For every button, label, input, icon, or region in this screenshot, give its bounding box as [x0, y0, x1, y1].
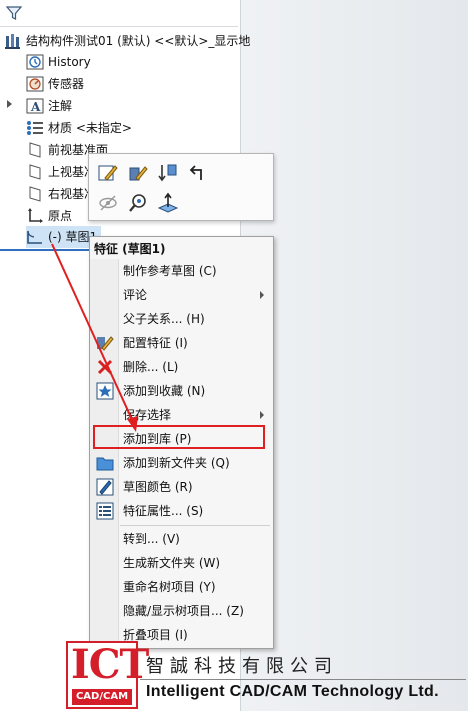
menu-item-comment[interactable]: 评论 — [91, 283, 272, 307]
menu-item-label: 保存选择 — [123, 408, 172, 422]
menu-item-add-to-new-folder[interactable]: 添加到新文件夹 (Q) — [91, 451, 272, 475]
normal-to-icon — [157, 192, 179, 213]
menu-title: 特征 (草图1) — [94, 242, 166, 256]
tree-item-sensors[interactable]: 传感器 — [26, 73, 84, 95]
folder-icon — [96, 457, 114, 471]
filter-icon[interactable] — [6, 5, 22, 21]
menu-item-parent-child[interactable]: 父子关系... (H) — [91, 307, 272, 331]
menu-item-feature-properties[interactable]: 特征属性... (S) — [91, 499, 272, 523]
tree-item-label: 材质 <未指定> — [48, 121, 132, 135]
tree-item-label: 注解 — [48, 99, 73, 113]
context-toolbar — [88, 153, 274, 221]
parent-child-button[interactable] — [187, 162, 209, 184]
menu-item-delete[interactable]: 删除... (L) — [91, 355, 272, 379]
rollback-icon — [158, 164, 177, 182]
menu-item-make-reference-sketch[interactable]: 制作参考草图 (C) — [91, 259, 272, 283]
delete-x-icon — [97, 359, 113, 375]
plane-icon — [26, 141, 44, 159]
expand-arrow-icon[interactable] — [7, 100, 12, 108]
hide-button[interactable] — [97, 192, 119, 214]
menu-item-add-to-favorites[interactable]: 添加到收藏 (N) — [91, 379, 272, 403]
menu-item-label: 父子关系... (H) — [123, 312, 205, 326]
menu-item-label: 特征属性... (S) — [123, 504, 204, 518]
tree-root-label: 结构构件测试01 (默认) <<默认>_显示地 — [26, 34, 251, 48]
tree-root-part[interactable]: 结构构件测试01 (默认) <<默认>_显示地 — [4, 30, 250, 52]
menu-item-label: 配置特征 (I) — [123, 336, 188, 350]
tree-item-material[interactable]: 材质 <未指定> — [26, 117, 132, 139]
submenu-arrow-icon — [260, 411, 264, 419]
menu-item-label: 生成新文件夹 (W) — [123, 556, 221, 570]
menu-item-label: 转到... (V) — [123, 532, 180, 546]
tree-item-label: 传感器 — [48, 77, 85, 91]
sensor-icon — [26, 75, 44, 93]
annotation-icon: A — [26, 97, 44, 115]
logo-divider — [140, 679, 466, 680]
menu-item-label: 添加到新文件夹 (Q) — [123, 456, 230, 470]
menu-item-label: 隐藏/显示树项目... (Z) — [123, 604, 244, 618]
material-icon — [26, 119, 44, 137]
company-name-chinese: 智誠科技有限公司 — [146, 656, 338, 677]
properties-list-icon — [96, 502, 114, 520]
menu-item-sketch-color[interactable]: 草图颜色 (R) — [91, 475, 272, 499]
menu-item-label: 草图颜色 (R) — [123, 480, 193, 494]
return-arrow-icon — [189, 165, 202, 180]
filter-bar[interactable] — [0, 0, 238, 27]
plane-icon — [26, 163, 44, 181]
menu-item-label: 重命名树项目 (Y) — [123, 580, 216, 594]
menu-item-save-selection[interactable]: 保存选择 — [91, 403, 272, 427]
menu-item-configure-feature[interactable]: 配置特征 (I) — [91, 331, 272, 355]
menu-item-create-new-folder[interactable]: 生成新文件夹 (W) — [91, 551, 272, 575]
configure-feature-icon — [97, 336, 114, 351]
company-logo-footer: ICT CAD/CAM 智誠科技有限公司 Intelligent CAD/CAM… — [66, 641, 468, 711]
edit-feature-button[interactable] — [127, 162, 149, 184]
history-icon — [26, 53, 44, 71]
edit-feature-icon — [129, 166, 148, 181]
company-name-english: Intelligent CAD/CAM Technology Ltd. — [146, 683, 439, 700]
rollback-button[interactable] — [157, 162, 179, 184]
menu-separator — [120, 525, 270, 526]
sketch-icon — [26, 228, 44, 246]
logo-text: ICT — [71, 641, 149, 688]
normal-to-button[interactable] — [157, 192, 179, 214]
menu-item-label: 删除... (L) — [123, 360, 179, 374]
svg-text:A: A — [30, 100, 41, 114]
tree-item-annotations[interactable]: A 注解 — [26, 95, 72, 117]
highlight-box — [93, 425, 265, 449]
tree-item-label: History — [48, 55, 91, 69]
menu-item-label: 制作参考草图 (C) — [123, 264, 217, 278]
edit-sketch-button[interactable] — [97, 162, 119, 184]
tree-item-origin[interactable]: 原点 — [26, 205, 72, 227]
tree-item-history[interactable]: History — [26, 51, 91, 73]
menu-item-goto[interactable]: 转到... (V) — [91, 527, 272, 551]
edit-sketch-icon — [98, 165, 118, 181]
submenu-arrow-icon — [260, 291, 264, 299]
menu-item-label: 评论 — [123, 288, 148, 302]
logo-caption: CAD/CAM — [72, 689, 132, 705]
part-icon — [4, 32, 22, 50]
ict-logo: ICT CAD/CAM — [66, 641, 149, 709]
hide-eye-icon — [99, 195, 117, 211]
zoom-to-selection-button[interactable] — [127, 192, 149, 214]
sketch-color-icon — [96, 478, 114, 496]
menu-item-hide-show-tree-items[interactable]: 隐藏/显示树项目... (Z) — [91, 599, 272, 623]
favorites-star-icon — [96, 382, 114, 400]
menu-item-label: 添加到收藏 (N) — [123, 384, 206, 398]
origin-icon — [26, 207, 44, 225]
tree-item-label: 原点 — [48, 209, 73, 223]
zoom-icon — [129, 194, 146, 212]
plane-icon — [26, 185, 44, 203]
menu-item-rename-tree-item[interactable]: 重命名树项目 (Y) — [91, 575, 272, 599]
